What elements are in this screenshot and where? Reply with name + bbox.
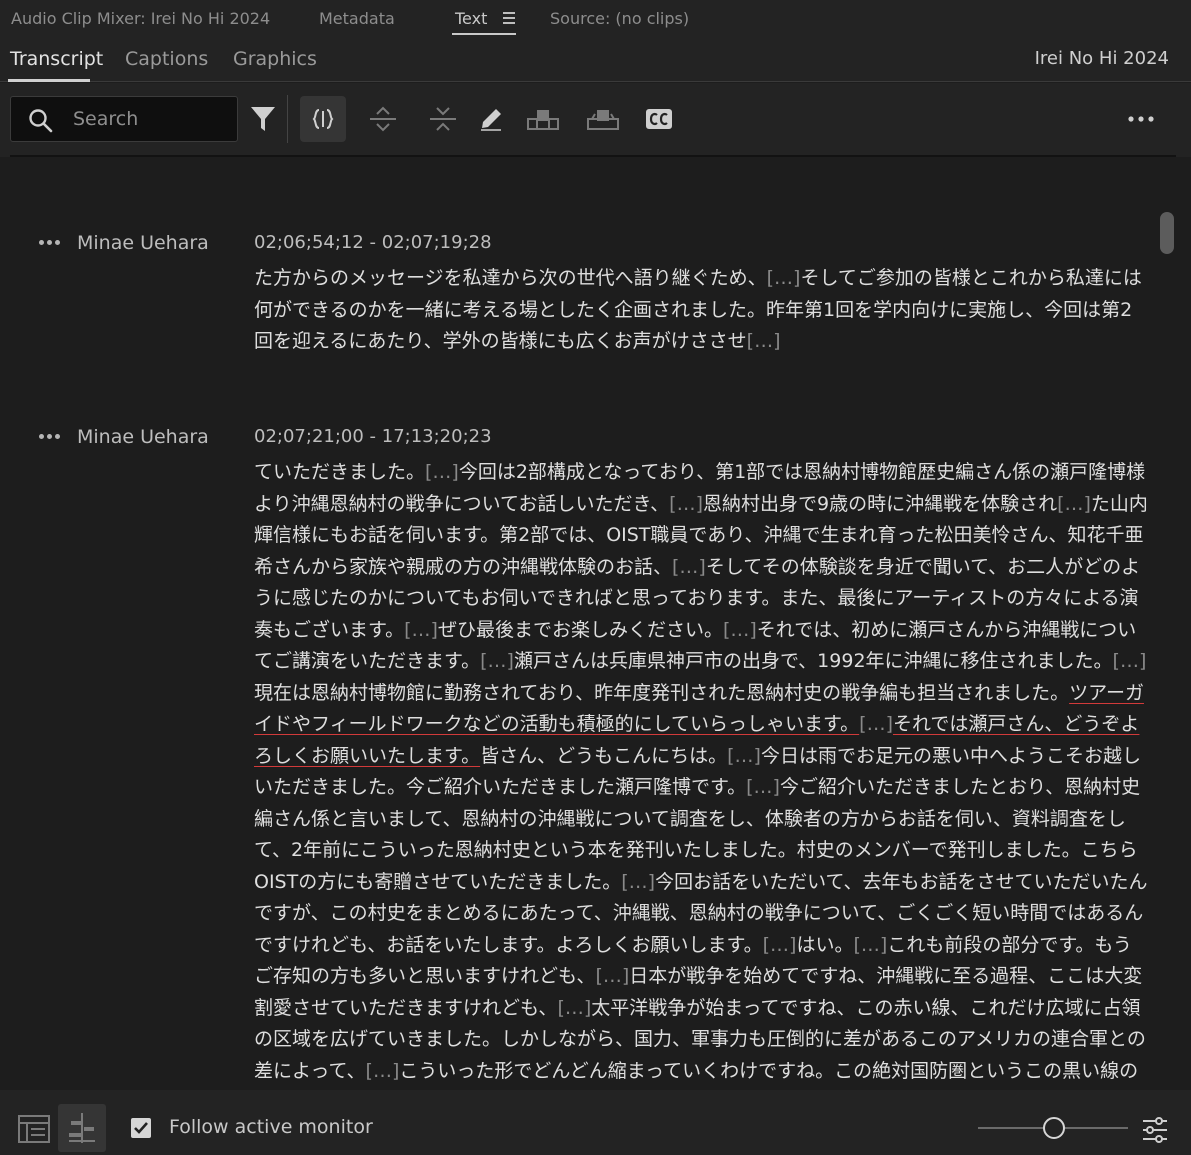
sequence-title: Irei No Hi 2024: [1034, 48, 1169, 69]
list-view-icon: [18, 1115, 50, 1143]
search-box[interactable]: [10, 96, 238, 142]
pause-marker[interactable]: […]: [557, 997, 591, 1019]
transcript-phrase[interactable]: はい。: [796, 934, 853, 956]
text-subtab-bar: Transcript Captions Graphics Irei No Hi …: [0, 38, 1191, 82]
follow-monitor-label[interactable]: Follow active monitor: [169, 1116, 373, 1138]
transcript-phrase[interactable]: た方からのメッセージを私達から次の世代へ語り継ぐため、: [254, 267, 767, 289]
pause-marker[interactable]: […]: [404, 619, 438, 641]
transcript-footer: Follow active monitor: [0, 1090, 1191, 1155]
create-captions-button[interactable]: [636, 96, 682, 142]
pause-marker[interactable]: […]: [669, 493, 703, 515]
speaker-name[interactable]: Minae Uehara: [77, 426, 209, 448]
pause-marker[interactable]: […]: [747, 330, 781, 352]
pause-marker[interactable]: […]: [366, 1060, 400, 1082]
expand-icon: [370, 106, 396, 132]
tab-metadata[interactable]: Metadata: [319, 9, 395, 28]
active-subtab-indicator: [8, 79, 90, 82]
settings-sliders-icon: [1143, 1117, 1167, 1143]
search-icon: [29, 109, 53, 133]
pause-marker[interactable]: […]: [621, 871, 655, 893]
tab-text[interactable]: Text: [455, 9, 487, 28]
tab-captions[interactable]: Captions: [125, 48, 208, 70]
collapse-icon: [430, 107, 456, 131]
pause-marker[interactable]: […]: [859, 713, 893, 735]
tab-graphics[interactable]: Graphics: [233, 48, 317, 70]
pause-marker[interactable]: […]: [723, 619, 757, 641]
pause-marker[interactable]: […]: [763, 934, 797, 956]
pause-marker[interactable]: […]: [853, 934, 887, 956]
search-input[interactable]: [73, 106, 223, 132]
tab-audio-clip-mixer[interactable]: Audio Clip Mixer: Irei No Hi 2024: [11, 9, 270, 28]
list-view-button[interactable]: [10, 1104, 58, 1152]
pause-marker[interactable]: […]: [727, 745, 761, 767]
overwrite-icon: [587, 110, 619, 130]
scrollbar-thumb[interactable]: [1160, 212, 1174, 254]
transcript-phrase[interactable]: ぜひ最後までお楽しみください。: [438, 619, 723, 641]
more-options-button[interactable]: [1118, 96, 1164, 142]
overwrite-button[interactable]: [580, 96, 626, 142]
transcript-phrase[interactable]: ていただきました。: [254, 461, 425, 483]
pause-marker[interactable]: […]: [1113, 650, 1147, 672]
follow-monitor-checkbox[interactable]: [131, 1118, 151, 1138]
tab-source[interactable]: Source: (no clips): [550, 9, 689, 28]
transcript-phrase[interactable]: 瀬戸さんは兵庫県神戸市の出身で、1992年に沖縄に移住されました。: [514, 650, 1113, 672]
segment-timecode: 02;07;21;00 - 17;13;20;23: [254, 426, 492, 447]
pause-marker[interactable]: […]: [672, 556, 706, 578]
pause-marker[interactable]: […]: [1057, 493, 1091, 515]
insert-icon: [527, 110, 559, 130]
transcript-list[interactable]: Minae Uehara 02;06;54;12 - 02;07;19;28 た…: [0, 157, 1191, 1090]
split-segment-icon: [312, 109, 334, 129]
panel-tab-bar: Audio Clip Mixer: Irei No Hi 2024 Metada…: [0, 0, 1191, 38]
segment-menu-icon[interactable]: [39, 434, 65, 440]
transcript-toolbar: [0, 83, 1191, 157]
view-settings-button[interactable]: [1141, 1116, 1169, 1148]
collapse-all-button[interactable]: [420, 96, 466, 142]
toolbar-divider: [287, 95, 288, 143]
segment-timecode: 02;06;54;12 - 02;07;19;28: [254, 232, 492, 253]
speaker-name[interactable]: Minae Uehara: [77, 232, 209, 254]
pause-marker[interactable]: […]: [767, 267, 801, 289]
filter-button[interactable]: [240, 96, 286, 142]
edit-icon: [481, 109, 501, 131]
pause-marker[interactable]: […]: [595, 965, 629, 987]
transcript-phrase[interactable]: 現在は恩納村博物館に勤務されており、昨年度発刊された恩納村史の戦争編も担当されま…: [254, 682, 1069, 704]
transcript-phrase[interactable]: 皆さん、どうもこんにちは。: [480, 745, 727, 767]
transcript-phrase[interactable]: 恩納村出身で9歳の時に沖縄戦を体験され: [703, 493, 1057, 515]
insert-button[interactable]: [520, 96, 566, 142]
pause-marker[interactable]: […]: [746, 776, 780, 798]
pause-marker[interactable]: […]: [480, 650, 514, 672]
active-tab-indicator: [452, 33, 516, 35]
edit-button[interactable]: [468, 96, 514, 142]
tab-transcript[interactable]: Transcript: [10, 48, 103, 70]
zoom-slider-knob[interactable]: [1043, 1117, 1065, 1139]
checkmark-icon: [134, 1122, 148, 1134]
pause-marker[interactable]: […]: [425, 461, 459, 483]
filter-icon: [251, 107, 275, 131]
captions-icon: [646, 109, 672, 129]
panel-menu-icon[interactable]: [503, 12, 515, 24]
transcript-text[interactable]: た方からのメッセージを私達から次の世代へ語り継ぐため、[…]そしてご参加の皆様と…: [254, 263, 1149, 358]
more-icon: [1128, 116, 1154, 122]
expand-all-button[interactable]: [360, 96, 406, 142]
timeline-view-icon: [69, 1113, 95, 1143]
timeline-view-button[interactable]: [58, 1104, 106, 1152]
transcript-text[interactable]: ていただきました。[…]今回は2部構成となっており、第1部では恩納村博物館歴史編…: [254, 457, 1149, 1090]
split-segment-button[interactable]: [300, 96, 346, 142]
segment-menu-icon[interactable]: [39, 240, 65, 246]
